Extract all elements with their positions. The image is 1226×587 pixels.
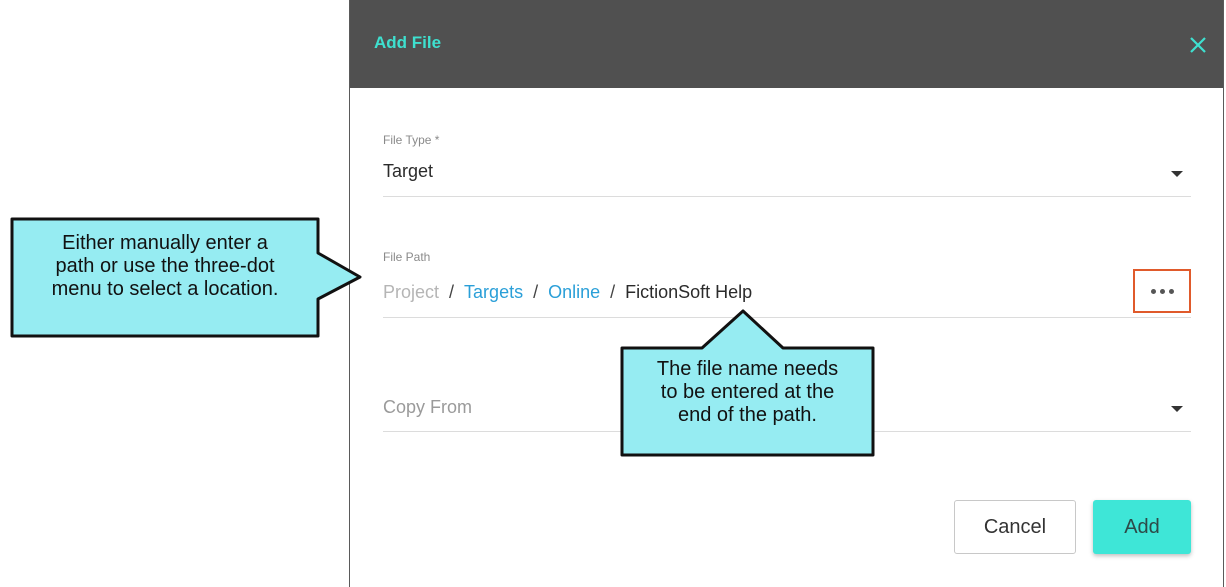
callout-line: Either manually enter a xyxy=(62,232,268,254)
callout-line: The file name needs xyxy=(656,358,839,380)
callout-line: to be entered at the xyxy=(660,381,835,403)
bottom-callout-text: The file name needs to be entered at the… xyxy=(624,358,871,427)
callout-line: menu to select a location. xyxy=(51,278,279,300)
callout-line: end of the path. xyxy=(677,404,817,426)
callout-line: path or use the three-dot xyxy=(55,255,275,277)
left-callout-text: Either manually enter a path or use the … xyxy=(14,232,316,301)
